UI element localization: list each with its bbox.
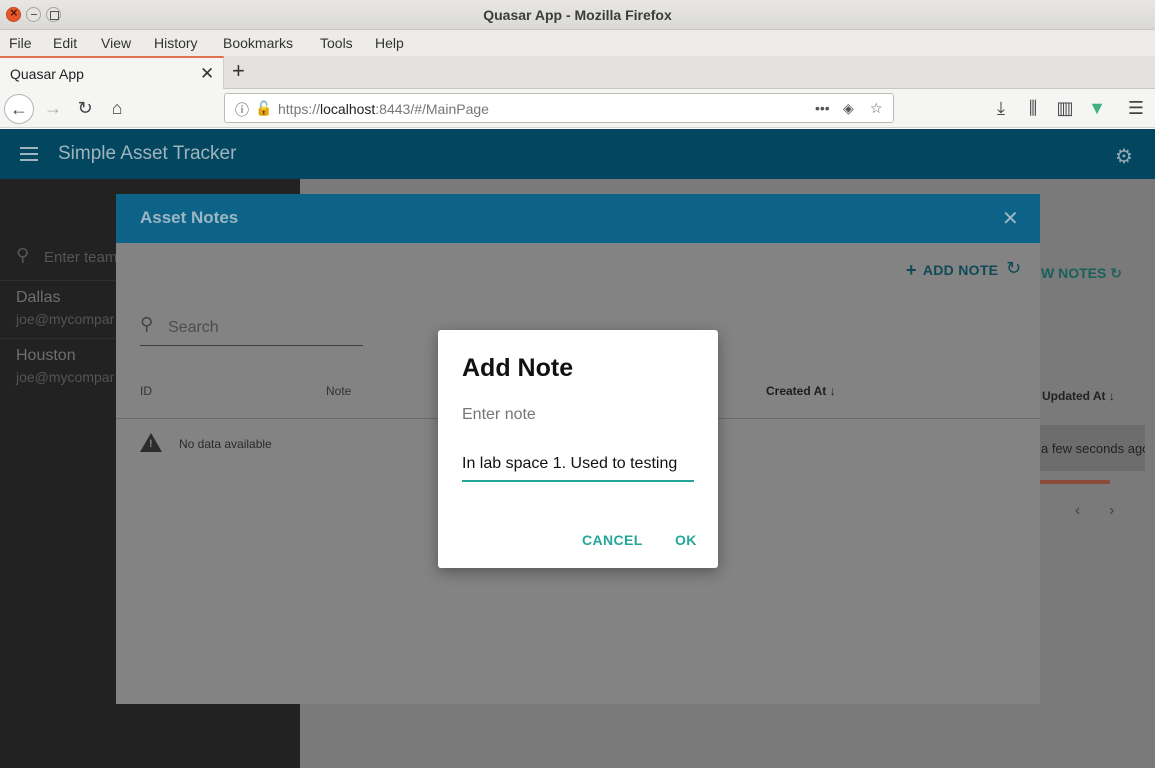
warning-icon — [140, 433, 162, 452]
modal-header: Asset Notes ✕ — [116, 194, 1040, 243]
team-item-dallas[interactable]: Dallas joe@mycompar — [16, 289, 114, 327]
team-email: joe@mycompar — [16, 311, 115, 327]
column-created-at[interactable]: Created At ↓ — [766, 384, 836, 398]
column-id[interactable]: ID — [140, 384, 152, 398]
updated-at-header[interactable]: Updated At ↓ — [1042, 389, 1115, 403]
back-icon[interactable]: ← — [4, 94, 34, 124]
page-actions-icon[interactable]: ••• — [815, 100, 830, 116]
notes-search-field[interactable]: ⚲ Search — [140, 310, 363, 346]
show-notes-button[interactable]: W NOTES ↻ — [1041, 265, 1122, 282]
tab-quasar-app[interactable]: Quasar App ✕ — [0, 56, 224, 89]
drawer-search-input[interactable]: Enter team — [44, 249, 117, 266]
prev-page-icon[interactable]: ‹ — [1075, 502, 1080, 520]
open-menu-icon[interactable]: ☰ — [1121, 94, 1151, 124]
insecure-lock-icon[interactable]: 🔓 — [255, 100, 272, 117]
reload-icon[interactable]: ↻ — [70, 94, 100, 124]
note-field-label: Enter note — [462, 406, 536, 423]
new-tab-icon[interactable]: + — [232, 58, 245, 84]
app-header: Simple Asset Tracker — [0, 129, 1155, 179]
team-email: joe@mycompar — [16, 369, 115, 385]
next-page-icon[interactable]: › — [1109, 502, 1114, 520]
bookmark-star-icon[interactable]: ☆ — [870, 100, 883, 117]
url-text: https://localhost:8443/#/MainPage — [278, 101, 489, 117]
vue-devtools-icon[interactable]: ▼ — [1082, 94, 1112, 124]
modal-close-icon[interactable]: ✕ — [1002, 206, 1019, 231]
library-icon[interactable]: ⫼ — [1018, 94, 1048, 124]
add-note-dialog: Add Note Enter note CANCEL OK — [438, 330, 718, 568]
menu-history[interactable]: History — [154, 35, 198, 51]
menu-tools[interactable]: Tools — [320, 35, 353, 51]
app-title: Simple Asset Tracker — [58, 143, 237, 164]
menu-bar: File Edit View History Bookmarks Tools H… — [0, 30, 1155, 56]
url-bar[interactable]: ⓘ 🔓 https://localhost:8443/#/MainPage ••… — [224, 93, 894, 123]
tab-strip: Quasar App ✕ + — [0, 56, 1155, 89]
column-note[interactable]: Note — [326, 384, 351, 398]
menu-help[interactable]: Help — [375, 35, 404, 51]
search-placeholder: Search — [168, 319, 219, 336]
pocket-icon[interactable]: ◈ — [843, 100, 854, 117]
no-data-message: No data available — [179, 437, 272, 451]
tab-close-icon[interactable]: ✕ — [200, 64, 214, 84]
downloads-icon[interactable]: ⤓ — [986, 94, 1016, 124]
dialog-title: Add Note — [462, 354, 574, 382]
team-item-houston[interactable]: Houston joe@mycompar — [16, 347, 114, 385]
forward-icon[interactable]: → — [38, 94, 68, 124]
menu-view[interactable]: View — [101, 35, 131, 51]
add-note-button[interactable]: + ADD NOTE — [906, 259, 998, 280]
modal-title: Asset Notes — [140, 208, 239, 227]
team-name: Dallas — [16, 289, 61, 306]
drawer-search-icon: ⚲ — [16, 245, 30, 265]
sidebar-icon[interactable]: ▥ — [1050, 94, 1080, 124]
ok-button[interactable]: OK — [675, 532, 697, 548]
note-input[interactable] — [462, 448, 694, 482]
settings-gear-icon[interactable]: ⚙ — [1115, 144, 1133, 169]
home-icon[interactable]: ⌂ — [102, 94, 132, 124]
team-name: Houston — [16, 347, 76, 364]
drawer-toggle-icon[interactable] — [20, 147, 38, 161]
info-icon[interactable]: ⓘ — [235, 100, 249, 120]
menu-file[interactable]: File — [9, 35, 32, 51]
cancel-button[interactable]: CANCEL — [582, 532, 643, 548]
menu-edit[interactable]: Edit — [53, 35, 77, 51]
refresh-icon[interactable]: ↻ — [1006, 258, 1021, 279]
nav-bar: ← → ↻ ⌂ ⓘ 🔓 https://localhost:8443/#/Mai… — [0, 89, 1155, 128]
row-updated-at: a few seconds ago — [1041, 441, 1145, 456]
window-titlebar: Quasar App - Mozilla Firefox — [0, 0, 1155, 30]
search-icon: ⚲ — [140, 314, 154, 334]
window-title: Quasar App - Mozilla Firefox — [483, 7, 672, 23]
menu-bookmarks[interactable]: Bookmarks — [223, 35, 293, 51]
progress-bar — [1040, 480, 1110, 484]
tab-label: Quasar App — [10, 66, 84, 82]
plus-icon: + — [906, 260, 917, 280]
